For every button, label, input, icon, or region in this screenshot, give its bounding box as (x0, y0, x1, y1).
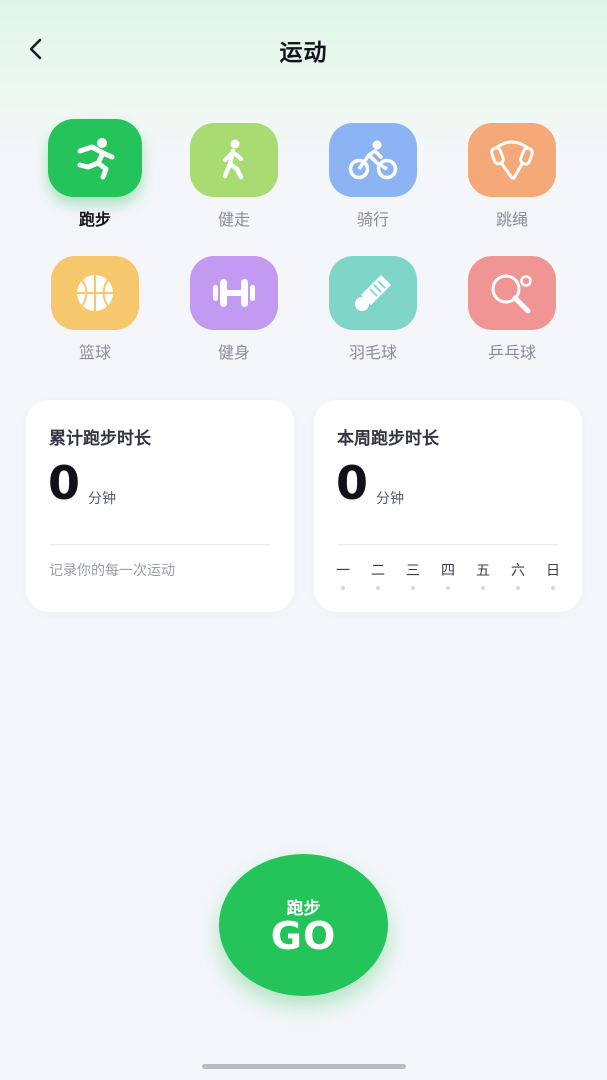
divider (49, 544, 271, 545)
divider (337, 544, 559, 545)
weekday-label: 日 (546, 563, 560, 579)
cycling-icon (348, 140, 398, 180)
weekday-label: 五 (476, 563, 490, 579)
sport-item-basketball[interactable]: 篮球 (35, 251, 155, 362)
week-duration-card[interactable]: 本周跑步时长 0 分钟 一 二 三 四 五 六 日 (314, 400, 582, 612)
page-title: 运动 (279, 40, 328, 66)
sport-label: 健走 (217, 210, 250, 229)
sport-label: 骑行 (356, 210, 389, 229)
sport-item-cycling[interactable]: 骑行 (313, 118, 433, 229)
home-indicator[interactable] (202, 1064, 406, 1069)
card-title: 本周跑步时长 (337, 429, 439, 449)
weekday-item: 四 (433, 560, 463, 590)
total-duration-card[interactable]: 累计跑步时长 0 分钟 记录你的每一次运动 (26, 400, 294, 612)
weekday-item: 日 (538, 560, 568, 590)
jump-rope-icon (490, 140, 534, 180)
running-icon (77, 138, 115, 180)
shuttlecock-icon (355, 275, 391, 311)
sport-item-jump-rope[interactable]: 跳绳 (452, 118, 572, 229)
week-duration-value: 0 (336, 456, 369, 510)
sport-tile (329, 123, 417, 197)
weekday-label: 二 (371, 563, 385, 579)
weekday-dot (341, 586, 345, 590)
weekday-label: 三 (406, 563, 420, 579)
ping-pong-icon (491, 274, 532, 314)
sport-label: 羽毛球 (348, 343, 397, 362)
weekday-item: 三 (398, 560, 428, 590)
sport-label: 健身 (217, 343, 250, 362)
sport-tile (51, 256, 139, 330)
total-duration-value: 0 (48, 456, 81, 510)
duration-unit: 分钟 (88, 491, 116, 507)
sport-item-fitness[interactable]: 健身 (174, 251, 294, 362)
weekday-dot (516, 586, 520, 590)
sport-label: 跳绳 (495, 210, 528, 229)
sport-tile (468, 123, 556, 197)
weekday-label: 四 (441, 563, 455, 579)
weekday-dot (411, 586, 415, 590)
sport-tile (48, 119, 142, 197)
sport-item-table-tennis[interactable]: 乒乓球 (452, 251, 572, 362)
sport-tile (190, 123, 278, 197)
basketball-icon (77, 275, 113, 311)
top-bar: 运动 (0, 0, 607, 96)
weekday-item: 二 (363, 560, 393, 590)
sport-label: 乒乓球 (487, 343, 536, 362)
weekday-item: 六 (503, 560, 533, 590)
start-running-button[interactable]: 跑步 GO (219, 854, 388, 996)
sport-item-badminton[interactable]: 羽毛球 (313, 251, 433, 362)
sport-label: 篮球 (78, 343, 111, 362)
go-button-label: GO (270, 914, 337, 958)
card-note: 记录你的每一次运动 (49, 563, 175, 579)
card-title: 累计跑步时长 (49, 429, 151, 449)
weekday-dot (446, 586, 450, 590)
weekday-dot (481, 586, 485, 590)
duration-unit: 分钟 (376, 491, 404, 507)
weekday-row: 一 二 三 四 五 六 日 (328, 560, 568, 590)
walking-icon (222, 139, 244, 180)
sport-item-walking[interactable]: 健走 (174, 118, 294, 229)
weekday-item: 一 (328, 560, 358, 590)
sport-tile (329, 256, 417, 330)
sport-item-running[interactable]: 跑步 (35, 118, 155, 229)
weekday-dot (551, 586, 555, 590)
weekday-item: 五 (468, 560, 498, 590)
sport-label: 跑步 (78, 210, 111, 229)
weekday-label: 一 (336, 563, 350, 579)
sport-tile (190, 256, 278, 330)
weekday-label: 六 (511, 563, 525, 579)
dumbbell-icon (213, 279, 255, 307)
weekday-dot (376, 586, 380, 590)
sport-tile (468, 256, 556, 330)
